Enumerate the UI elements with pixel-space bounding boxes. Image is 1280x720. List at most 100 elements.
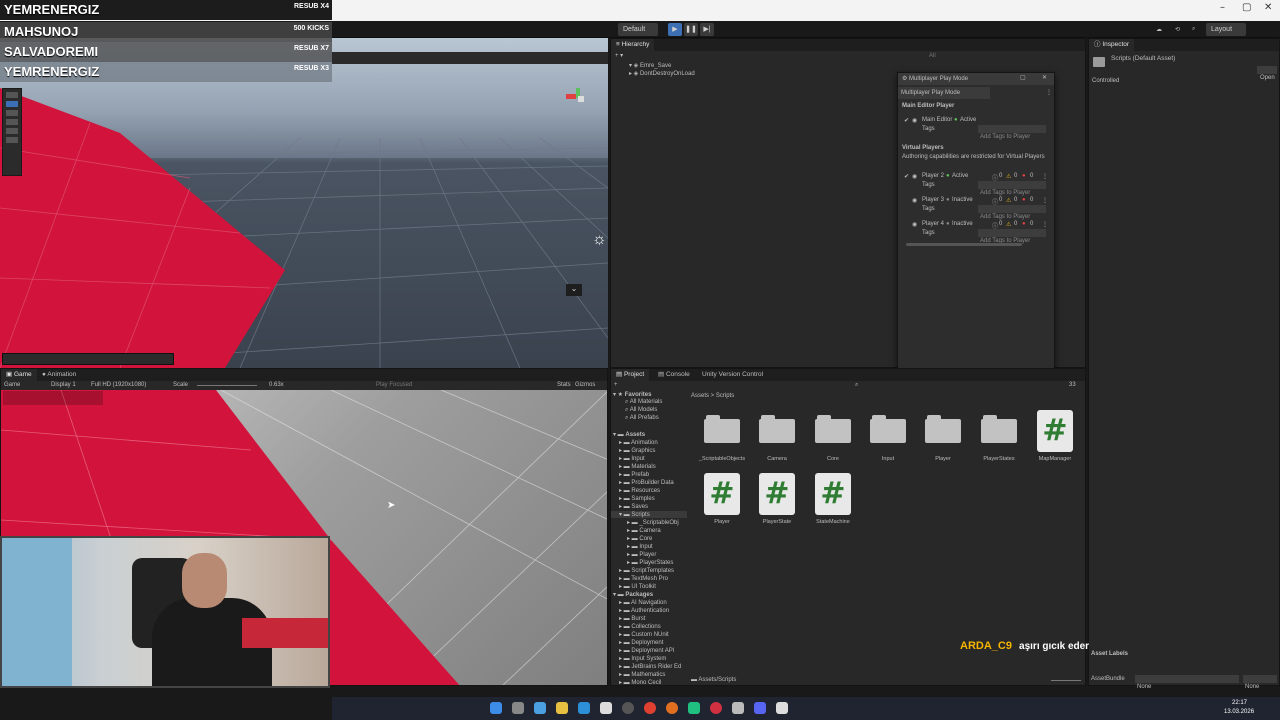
folder-item[interactable]: ▸ ▬ Graphics (619, 447, 655, 454)
scale-slider[interactable] (197, 385, 257, 386)
packages-node[interactable]: ▾ ▬ Packages (613, 591, 653, 598)
hierarchy-search-input[interactable]: All (929, 53, 936, 59)
unity-icon[interactable] (776, 702, 788, 714)
add-tags-dropdown[interactable]: Add Tags to Player (978, 125, 1046, 140)
default-dropdown[interactable]: Default (618, 23, 658, 36)
kebab-menu-icon[interactable]: ⋮ (1042, 221, 1048, 228)
scene-tool-palette[interactable] (2, 88, 22, 176)
csharp-script-icon[interactable]: # (1037, 410, 1073, 452)
game-mode-dropdown[interactable]: Game (4, 382, 20, 388)
folder-item[interactable]: ▸ ▬ ScriptTemplates (619, 567, 674, 574)
tab-game[interactable]: ▣ Game (1, 369, 37, 381)
assetbundle-dropdown[interactable]: None (1135, 675, 1239, 690)
icon-size-slider[interactable] (1051, 680, 1081, 681)
copilot-icon[interactable] (534, 702, 546, 714)
horizontal-scrollbar[interactable] (906, 243, 1022, 246)
favorites-item[interactable]: ⌕ All Materials (625, 399, 662, 406)
favorites-item[interactable]: ⌕ All Models (625, 407, 657, 414)
tab-hierarchy[interactable]: ≡ Hierarchy (611, 39, 655, 51)
probuilder-toolbar[interactable] (2, 353, 174, 365)
add-icon[interactable]: + (614, 382, 618, 388)
checkbox[interactable]: ✔ (904, 173, 909, 180)
package-item[interactable]: ▸ ▬ JetBrains Rider Ed (619, 663, 681, 670)
close-icon[interactable]: ✕ (1264, 2, 1272, 13)
discord-icon[interactable] (754, 702, 766, 714)
add-tags-dropdown[interactable]: Add Tags to Player (978, 229, 1046, 244)
folder-item[interactable]: ▸ ▬ Core (627, 535, 652, 542)
package-item[interactable]: ▸ ▬ Deployment (619, 639, 663, 646)
search-icon[interactable] (512, 702, 524, 714)
folder-item[interactable]: ▸ ▬ Samples (619, 495, 655, 502)
folder-icon[interactable] (870, 413, 906, 443)
tab-mppm[interactable]: Multiplayer Play Mode (898, 87, 990, 99)
rotate-tool-icon[interactable] (6, 110, 18, 116)
scene-toolbar[interactable] (332, 52, 608, 64)
folder-item[interactable]: ▸ ▬ Camera (627, 527, 661, 534)
store-icon[interactable] (600, 702, 612, 714)
add-tags-dropdown[interactable]: Add Tags to Player (978, 181, 1046, 196)
csharp-script-icon[interactable]: # (704, 473, 740, 515)
folder-item[interactable]: ▸ ▬ Input (619, 455, 645, 462)
rect-tool-icon[interactable] (6, 128, 18, 134)
start-icon[interactable] (490, 702, 502, 714)
cloud-icon[interactable]: ☁ (1156, 26, 1162, 33)
csharp-script-icon[interactable]: # (759, 473, 795, 515)
history-icon[interactable]: ⟲ (1175, 26, 1180, 33)
kebab-menu-icon[interactable]: ⋮ (1042, 173, 1048, 180)
package-item[interactable]: ▸ ▬ Deployment API (619, 647, 674, 654)
open-button[interactable]: Open (1257, 66, 1277, 81)
csharp-script-icon[interactable]: # (815, 473, 851, 515)
app-icon[interactable] (688, 702, 700, 714)
folder-item[interactable]: ▸ ▬ _ScriptableObj (627, 519, 679, 526)
package-item[interactable]: ▸ ▬ Authentication (619, 607, 669, 614)
package-item[interactable]: ▸ ▬ Mono Cecil (619, 679, 661, 686)
folder-item[interactable]: ▸ ▬ Materials (619, 463, 656, 470)
scale-tool-icon[interactable] (6, 119, 18, 125)
favorites-node[interactable]: ▾ ★ Favorites (613, 391, 651, 398)
folder-item[interactable]: ▸ ▬ PlayerStates (627, 559, 673, 566)
folder-item[interactable]: ▸ ▬ Resources (619, 487, 660, 494)
layout-dropdown[interactable]: Layout (1206, 23, 1246, 36)
pause-button[interactable]: ❚❚ (684, 23, 698, 36)
maximize-icon[interactable]: ▢ (1242, 2, 1251, 13)
breadcrumb-item[interactable]: Scripts (716, 393, 734, 399)
folder-item[interactable]: ▸ ▬ Input (627, 543, 653, 550)
kebab-menu-icon[interactable]: ⋮ (1046, 89, 1052, 96)
folder-item[interactable]: ▸ ▬ ProBuilder Data (619, 479, 674, 486)
tab-console[interactable]: ▤ Console (653, 369, 695, 381)
package-item[interactable]: ▸ ▬ Mathematics (619, 671, 665, 678)
play-button[interactable]: ▶ (668, 23, 682, 36)
tab-version-control[interactable]: Unity Version Control (697, 369, 768, 381)
variant-dropdown[interactable]: None (1243, 675, 1277, 690)
move-tool-icon[interactable] (6, 101, 18, 107)
search-icon[interactable]: ⌕ (855, 382, 858, 389)
folder-item[interactable]: ▸ ▬ Player (627, 551, 656, 558)
file-explorer-icon[interactable] (556, 702, 568, 714)
favorites-item[interactable]: ⌕ All Prefabs (625, 415, 659, 422)
hierarchy-item[interactable]: ▸ ◈ DontDestroyOnLoad (629, 70, 695, 77)
unity-hub-icon[interactable] (732, 702, 744, 714)
package-item[interactable]: ▸ ▬ AI Navigation (619, 599, 667, 606)
scene-view[interactable]: ☼ ⌄ (0, 38, 608, 368)
package-item[interactable]: ▸ ▬ Custom NUnit (619, 631, 669, 638)
folder-item[interactable]: ▸ ▬ UI Toolkit (619, 583, 656, 590)
package-item[interactable]: ▸ ▬ Input System (619, 655, 666, 662)
folder-item-selected[interactable]: ▾ ▬ Scripts (611, 511, 687, 518)
package-item[interactable]: ▸ ▬ Collections (619, 623, 661, 630)
chrome-icon[interactable] (644, 702, 656, 714)
scene-gizmo-icon[interactable] (566, 88, 590, 108)
obs-icon[interactable] (622, 702, 634, 714)
add-tags-dropdown[interactable]: Add Tags to Player (978, 205, 1046, 220)
folder-icon[interactable] (981, 413, 1017, 443)
minimize-icon[interactable]: – (1220, 2, 1225, 13)
tab-project[interactable]: ▤ Project (611, 369, 650, 381)
assets-node[interactable]: ▾ ▬ Assets (613, 431, 645, 438)
display-dropdown[interactable]: Display 1 (51, 382, 76, 388)
tab-inspector[interactable]: ⓘ Inspector (1089, 39, 1135, 51)
maximize-icon[interactable]: ▢ (1020, 74, 1026, 81)
folder-icon[interactable] (704, 413, 740, 443)
folder-item[interactable]: ▸ ▬ Saves (619, 503, 648, 510)
kebab-menu-icon[interactable]: ⋮ (1042, 197, 1048, 204)
hierarchy-item[interactable]: ▾ ◈ Emre_Save (629, 62, 671, 69)
close-icon[interactable]: ✕ (1042, 74, 1047, 81)
